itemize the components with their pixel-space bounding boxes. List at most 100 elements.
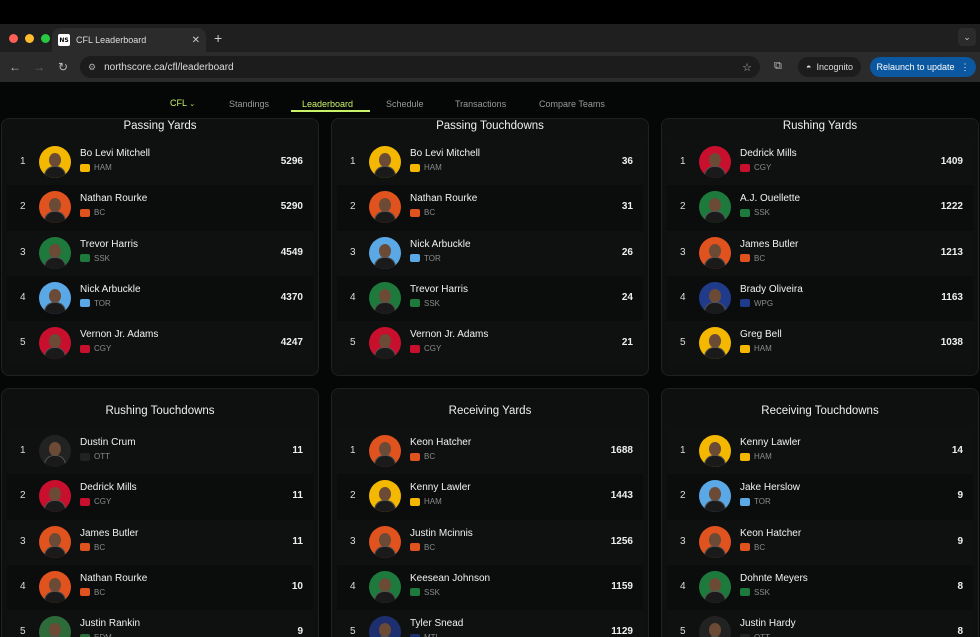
player-row[interactable]: 2 A.J. Ouellette SSK 1222: [667, 185, 973, 231]
relaunch-button[interactable]: Relaunch to update ⋮: [870, 57, 976, 77]
player-row[interactable]: 3 Trevor Harris SSK 4549: [7, 230, 313, 276]
player-name[interactable]: Nathan Rourke: [410, 193, 477, 204]
bookmark-star-icon[interactable]: ☆: [742, 61, 752, 74]
player-name[interactable]: Justin Hardy: [740, 618, 796, 629]
player-name[interactable]: Dustin Crum: [80, 437, 136, 448]
nav-standings[interactable]: Standings: [229, 99, 269, 109]
player-row[interactable]: 5 Justin Hardy OTT 8: [667, 610, 973, 637]
player-avatar: [369, 480, 401, 513]
player-row[interactable]: 3 Nick Arbuckle TOR 26: [337, 230, 643, 276]
avatar-head: [709, 623, 721, 637]
player-row[interactable]: 2 Nathan Rourke BC 31: [337, 185, 643, 231]
player-row[interactable]: 2 Dedrick Mills CGY 11: [7, 474, 313, 520]
nav-leaderboard[interactable]: Leaderboard: [302, 99, 353, 109]
player-name[interactable]: Justin Rankin: [80, 618, 140, 629]
player-name[interactable]: Trevor Harris: [80, 239, 138, 250]
player-row[interactable]: 4 Nick Arbuckle TOR 4370: [7, 275, 313, 322]
player-row[interactable]: 4 Dohnte Meyers SSK 8: [667, 564, 973, 611]
player-row[interactable]: 5 Vernon Jr. Adams CGY 4247: [7, 321, 313, 367]
player-name[interactable]: A.J. Ouellette: [740, 193, 800, 204]
player-row[interactable]: 1 Bo Levi Mitchell HAM 5296: [7, 140, 313, 186]
stat-value: 1038: [940, 337, 963, 349]
minimize-window-button[interactable]: [25, 34, 34, 43]
player-name[interactable]: Nick Arbuckle: [410, 239, 471, 250]
nav-transactions[interactable]: Transactions: [455, 99, 506, 109]
new-tab-icon[interactable]: +: [214, 30, 222, 46]
player-row[interactable]: 4 Keesean Johnson SSK 1159: [337, 564, 643, 611]
player-row[interactable]: 1 Dustin Crum OTT 11: [7, 429, 313, 475]
leaderboard-list: 1 Bo Levi Mitchell HAM 5296 2 Nathan Rou…: [2, 140, 318, 367]
player-name[interactable]: Nathan Rourke: [80, 193, 147, 204]
player-name[interactable]: Keon Hatcher: [410, 437, 471, 448]
stat-value: 9: [957, 490, 963, 502]
player-row[interactable]: 5 Vernon Jr. Adams CGY 21: [337, 321, 643, 367]
team-logo-icon: [410, 299, 420, 308]
more-menu-icon[interactable]: ⋮: [961, 62, 970, 73]
close-tab-icon[interactable]: ✕: [192, 35, 200, 46]
player-row[interactable]: 2 Kenny Lawler HAM 1443: [337, 474, 643, 520]
player-name[interactable]: Nathan Rourke: [80, 573, 147, 584]
chevron-down-icon: ⌄: [189, 101, 196, 108]
league-selector[interactable]: CFL ⌄: [170, 98, 195, 108]
player-row[interactable]: 4 Trevor Harris SSK 24: [337, 275, 643, 322]
player-name[interactable]: Trevor Harris: [410, 284, 468, 295]
player-name[interactable]: Greg Bell: [740, 329, 782, 340]
player-name[interactable]: Dedrick Mills: [80, 482, 137, 493]
player-name[interactable]: Dedrick Mills: [740, 148, 797, 159]
browser-tab[interactable]: NS CFL Leaderboard ✕: [52, 28, 206, 52]
player-row[interactable]: 5 Greg Bell HAM 1038: [667, 321, 973, 367]
site-info-icon[interactable]: ⚙: [88, 62, 96, 73]
player-row[interactable]: 1 Bo Levi Mitchell HAM 36: [337, 140, 643, 186]
player-name[interactable]: Jake Herslow: [740, 482, 800, 493]
back-icon[interactable]: ←: [3, 60, 27, 74]
player-row[interactable]: 5 Justin Rankin EDM 9: [7, 610, 313, 637]
stat-value: 11: [292, 490, 303, 502]
extensions-icon[interactable]: ⧉: [774, 60, 782, 73]
player-row[interactable]: 4 Brady Oliveira WPG 1163: [667, 275, 973, 322]
player-row[interactable]: 1 Kenny Lawler HAM 14: [667, 429, 973, 475]
team-logo-icon: [80, 254, 90, 263]
player-name[interactable]: Brady Oliveira: [740, 284, 803, 295]
player-row[interactable]: 1 Keon Hatcher BC 1688: [337, 429, 643, 475]
leaderboard-list: 1 Dustin Crum OTT 11 2 Dedrick Mills CGY…: [2, 429, 318, 637]
player-row[interactable]: 3 James Butler BC 11: [7, 519, 313, 565]
player-row[interactable]: 4 Nathan Rourke BC 10: [7, 564, 313, 611]
player-row[interactable]: 3 Justin Mcinnis BC 1256: [337, 519, 643, 565]
nav-schedule[interactable]: Schedule: [386, 99, 424, 109]
player-name[interactable]: Nick Arbuckle: [80, 284, 141, 295]
player-name[interactable]: Vernon Jr. Adams: [410, 329, 488, 340]
rank: 2: [20, 201, 26, 213]
zoom-window-button[interactable]: [41, 34, 50, 43]
player-name[interactable]: Bo Levi Mitchell: [410, 148, 480, 159]
stat-value: 1409: [940, 156, 963, 167]
rank: 1: [350, 156, 356, 167]
player-row[interactable]: 2 Nathan Rourke BC 5290: [7, 185, 313, 231]
card-title: Receiving Touchdowns: [761, 405, 879, 417]
team-abbrev: BC: [94, 208, 106, 218]
player-name[interactable]: Justin Mcinnis: [410, 528, 473, 539]
close-window-button[interactable]: [9, 34, 18, 43]
address-bar[interactable]: ⚙ northscore.ca/cfl/leaderboard ☆: [80, 56, 760, 78]
incognito-badge[interactable]: ◓ Incognito: [798, 57, 861, 77]
player-row[interactable]: 3 James Butler BC 1213: [667, 230, 973, 276]
player-name[interactable]: Kenny Lawler: [740, 437, 801, 448]
player-name[interactable]: Keesean Johnson: [410, 573, 490, 584]
player-name[interactable]: Keon Hatcher: [740, 528, 801, 539]
nav-compare-teams[interactable]: Compare Teams: [539, 99, 605, 109]
player-name[interactable]: Vernon Jr. Adams: [80, 329, 158, 340]
leaderboard-card: Passing Yards 1 Bo Levi Mitchell HAM 529…: [1, 118, 319, 376]
player-name[interactable]: James Butler: [740, 239, 798, 250]
player-name[interactable]: Bo Levi Mitchell: [80, 148, 150, 159]
player-name[interactable]: Tyler Snead: [410, 618, 463, 629]
player-row[interactable]: 1 Dedrick Mills CGY 1409: [667, 140, 973, 186]
tab-search-icon[interactable]: ⌄: [958, 28, 976, 46]
player-name[interactable]: James Butler: [80, 528, 138, 539]
reload-icon[interactable]: ↻: [51, 60, 75, 74]
player-name[interactable]: Kenny Lawler: [410, 482, 471, 493]
forward-icon[interactable]: →: [27, 60, 51, 74]
player-name[interactable]: Dohnte Meyers: [740, 573, 808, 584]
player-row[interactable]: 5 Tyler Snead MTL 1129: [337, 610, 643, 637]
player-row[interactable]: 2 Jake Herslow TOR 9: [667, 474, 973, 520]
player-row[interactable]: 3 Keon Hatcher BC 9: [667, 519, 973, 565]
url-text[interactable]: northscore.ca/cfl/leaderboard: [104, 62, 742, 73]
